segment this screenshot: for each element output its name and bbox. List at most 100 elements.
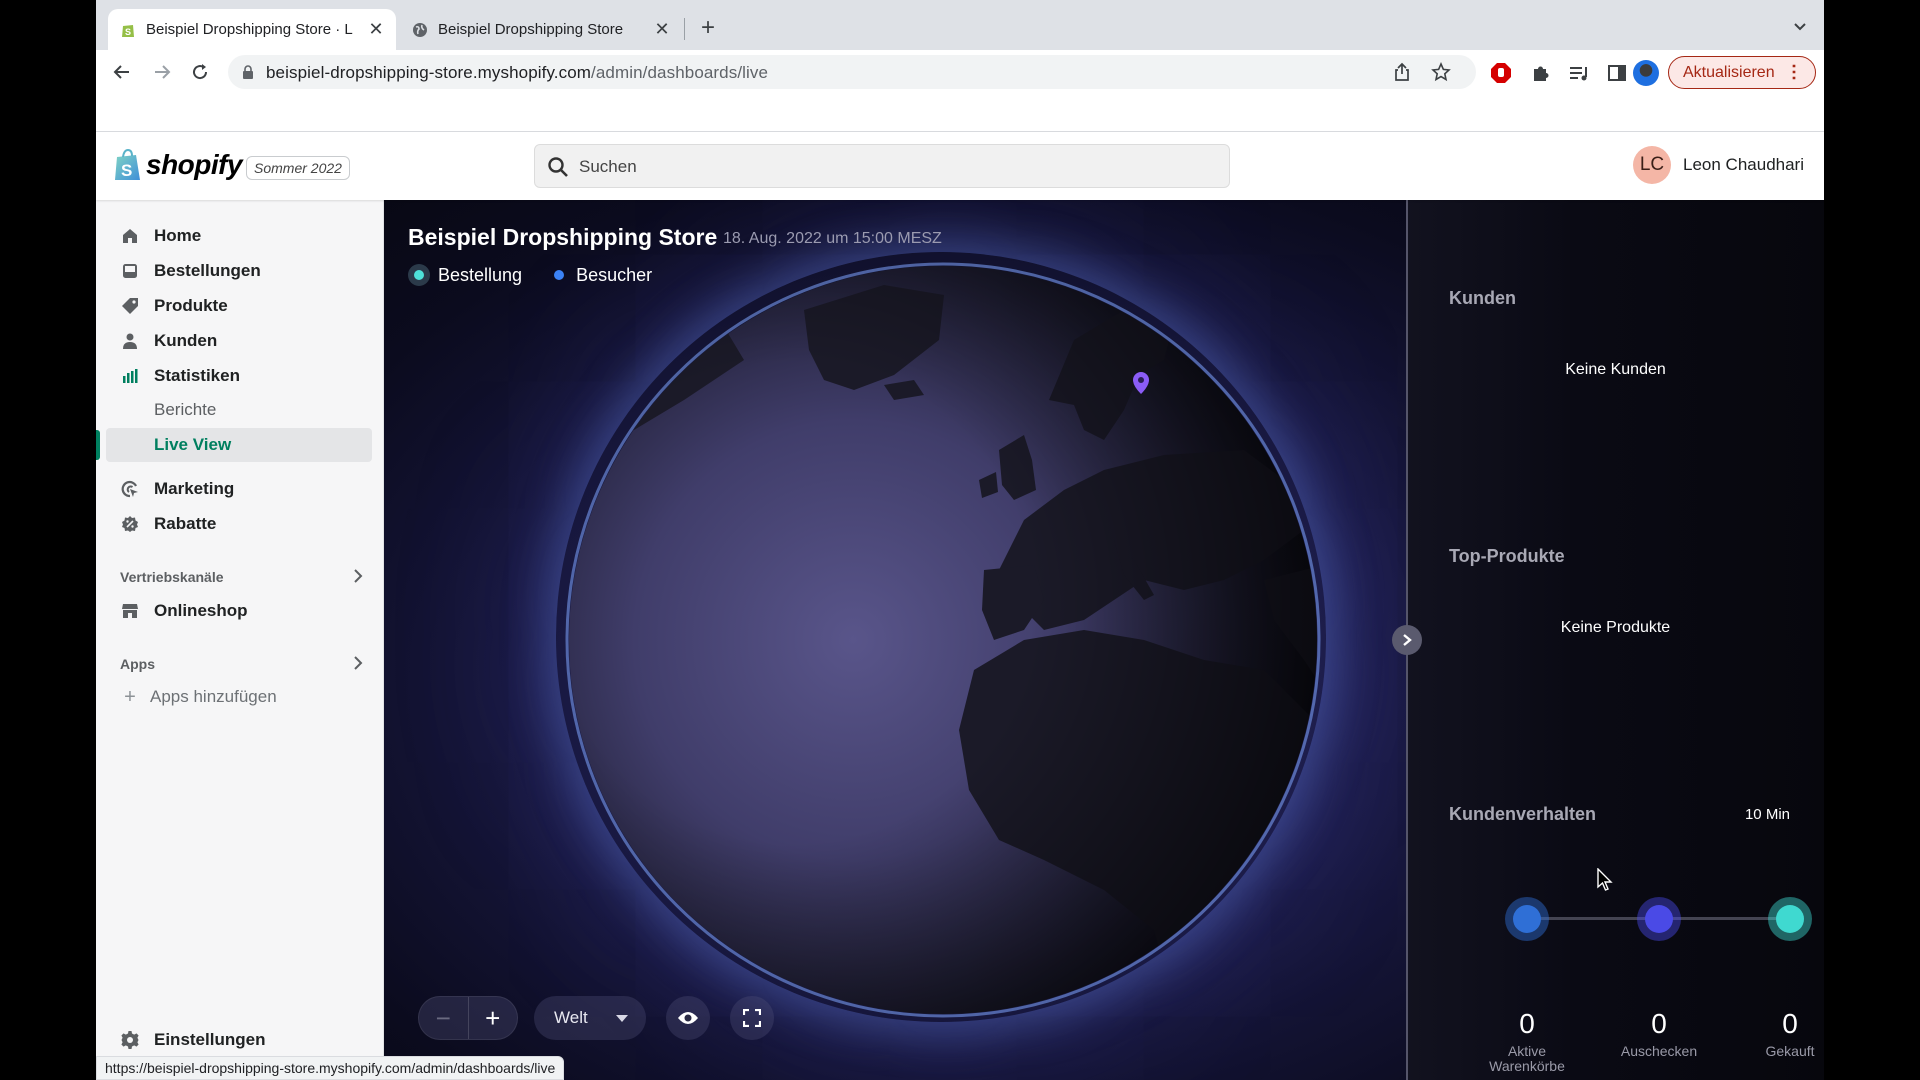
shopify-wordmark: shopify bbox=[146, 149, 243, 180]
sidebar-item-discounts[interactable]: Rabatte bbox=[106, 507, 372, 541]
tab-search-chevron-icon[interactable] bbox=[1790, 16, 1810, 36]
sidebar-item-label: Rabatte bbox=[154, 514, 217, 533]
url-text: beispiel-dropshipping-store.myshopify.co… bbox=[266, 63, 768, 83]
insights-panel: Kunden Keine Kunden Top-Produkte Keine P… bbox=[1407, 200, 1824, 1080]
search-icon bbox=[547, 156, 569, 183]
funnel-node-checkout bbox=[1637, 897, 1681, 941]
settings-label: Einstellungen bbox=[154, 1030, 266, 1049]
region-select-value: Welt bbox=[554, 1008, 588, 1027]
new-tab-button[interactable]: + bbox=[694, 14, 722, 42]
browser-toolbar: beispiel-dropshipping-store.myshopify.co… bbox=[96, 50, 1824, 94]
sidebar-subitem-reports[interactable]: Berichte bbox=[106, 393, 372, 427]
search-placeholder: Suchen bbox=[579, 157, 637, 176]
tag-icon bbox=[120, 296, 140, 316]
stat-label: Gekauft bbox=[1765, 1043, 1815, 1059]
store-icon bbox=[120, 601, 140, 621]
sidebar-item-products[interactable]: Produkte bbox=[106, 289, 372, 323]
discount-icon bbox=[120, 514, 140, 534]
media-queue-icon[interactable] bbox=[1568, 62, 1590, 84]
sidebar-subitem-live-view[interactable]: Live View bbox=[106, 428, 372, 462]
browser-profile-avatar[interactable] bbox=[1633, 60, 1659, 86]
search-input[interactable]: Suchen bbox=[534, 144, 1230, 188]
region-select[interactable]: Welt bbox=[534, 996, 646, 1040]
active-indicator bbox=[96, 430, 100, 460]
link-status-bar: https://beispiel-dropshipping-store.mysh… bbox=[96, 1056, 565, 1080]
customers-empty-state: Keine Kunden bbox=[1565, 361, 1666, 378]
edition-badge[interactable]: Sommer 2022 bbox=[246, 156, 350, 180]
sidebar-item-marketing[interactable]: Marketing bbox=[106, 472, 372, 506]
customer-behavior-heading: Kundenverhalten bbox=[1449, 804, 1597, 824]
funnel-stat-active-carts: 0 Aktive Warenkörbe bbox=[1457, 1008, 1597, 1074]
tab-store[interactable]: Beispiel Dropshipping Store ✕ bbox=[400, 9, 682, 50]
sidebar-item-analytics[interactable]: Statistiken bbox=[106, 359, 372, 393]
forward-icon[interactable] bbox=[148, 58, 176, 86]
sidebar-item-customers[interactable]: Kunden bbox=[106, 324, 372, 358]
zoom-control: − + bbox=[418, 996, 518, 1040]
funnel-stat-checkout: 0 Auschecken bbox=[1589, 1008, 1729, 1059]
legend-orders: Bestellung bbox=[438, 264, 523, 285]
chevron-right-icon[interactable] bbox=[352, 567, 364, 588]
user-name: Leon Chaudhari bbox=[1683, 155, 1804, 174]
sidebar-item-online-store[interactable]: Onlineshop bbox=[106, 594, 372, 628]
gear-icon bbox=[120, 1030, 140, 1050]
bookmark-star-icon[interactable] bbox=[1431, 62, 1451, 82]
address-bar[interactable]: beispiel-dropshipping-store.myshopify.co… bbox=[228, 55, 1476, 89]
shopify-bag-icon: S bbox=[120, 22, 136, 38]
back-icon[interactable] bbox=[108, 58, 136, 86]
apps-heading[interactable]: Apps bbox=[120, 652, 364, 676]
home-icon bbox=[120, 226, 140, 246]
tab-live-view[interactable]: S Beispiel Dropshipping Store · L ✕ bbox=[108, 9, 396, 50]
fullscreen-icon bbox=[743, 1009, 761, 1027]
map-legend: Bestellung Besucher bbox=[408, 264, 652, 286]
lock-icon[interactable] bbox=[242, 65, 254, 84]
behavior-period[interactable]: 10 Min bbox=[1745, 806, 1790, 823]
shopify-logo[interactable]: S shopify bbox=[114, 149, 243, 181]
plus-icon: + bbox=[124, 686, 136, 708]
user-menu[interactable]: LC Leon Chaudhari bbox=[1633, 146, 1804, 184]
adblock-extension-icon[interactable] bbox=[1490, 62, 1512, 84]
chevron-right-icon bbox=[1403, 634, 1412, 646]
tab-separator bbox=[684, 18, 685, 40]
sidebar-item-home[interactable]: Home bbox=[106, 219, 372, 253]
funnel-node-purchased bbox=[1768, 897, 1812, 941]
legend-visitors: Besucher bbox=[576, 264, 653, 285]
share-icon[interactable] bbox=[1392, 62, 1412, 82]
sidebar-item-orders[interactable]: Bestellungen bbox=[106, 254, 372, 288]
close-tab-icon[interactable]: ✕ bbox=[368, 19, 384, 40]
eye-icon bbox=[678, 1012, 698, 1024]
zoom-out-button[interactable]: − bbox=[419, 997, 469, 1039]
sales-channels-heading[interactable]: Vertriebskanäle bbox=[120, 565, 364, 589]
sidebar-item-settings[interactable]: Einstellungen bbox=[120, 1030, 265, 1050]
collapse-panel-button[interactable] bbox=[1392, 625, 1422, 655]
live-view-canvas: Beispiel Dropshipping Store 18. Aug. 202… bbox=[384, 200, 1824, 1080]
sidebar-item-label: Kunden bbox=[154, 331, 218, 350]
globe-map[interactable] bbox=[384, 200, 1406, 1080]
add-apps-link[interactable]: + Apps hinzufügen bbox=[120, 682, 277, 712]
toggle-view-button[interactable] bbox=[666, 996, 710, 1040]
globe-shading bbox=[569, 266, 1317, 1014]
update-button[interactable]: Aktualisieren ⋯ bbox=[1668, 56, 1816, 89]
stat-label: Auschecken bbox=[1620, 1043, 1698, 1059]
tab-title: Beispiel Dropshipping Store · L bbox=[146, 21, 353, 38]
url-path: /admin/dashboards/live bbox=[591, 63, 769, 82]
bar-chart-icon bbox=[120, 366, 140, 386]
shopify-bag-icon: S bbox=[115, 149, 140, 180]
inbox-icon bbox=[120, 261, 140, 281]
close-tab-icon[interactable]: ✕ bbox=[654, 19, 670, 40]
sidebar-item-label: Bestellungen bbox=[154, 261, 261, 280]
browser-window: S Beispiel Dropshipping Store · L ✕ Beis… bbox=[96, 0, 1824, 1080]
stat-label: Aktive Warenkörbe bbox=[1489, 1043, 1565, 1074]
reload-icon[interactable] bbox=[186, 58, 214, 86]
mouse-cursor-icon bbox=[1597, 868, 1613, 891]
side-panel-icon[interactable] bbox=[1606, 62, 1628, 84]
fullscreen-button[interactable] bbox=[730, 996, 774, 1040]
globe-area[interactable] bbox=[384, 200, 1406, 1080]
order-dot-icon bbox=[408, 264, 430, 286]
chevron-right-icon[interactable] bbox=[352, 654, 364, 675]
zoom-in-button[interactable]: + bbox=[469, 997, 518, 1039]
extensions-puzzle-icon[interactable] bbox=[1530, 62, 1552, 84]
visitor-dot-icon bbox=[554, 270, 565, 280]
products-empty-state: Keine Produkte bbox=[1560, 619, 1671, 636]
sidebar-item-label: Onlineshop bbox=[154, 601, 248, 620]
more-menu-icon[interactable]: ⋯ bbox=[1784, 63, 1804, 81]
